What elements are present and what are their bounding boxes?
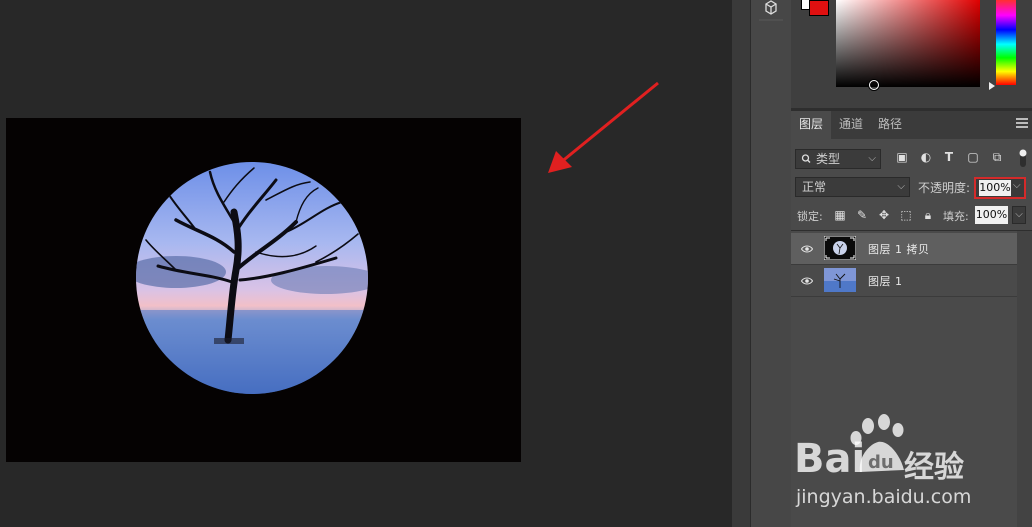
toggle-icon[interactable] [1019,148,1027,168]
watermark-url: jingyan.baidu.com [796,486,972,508]
tab-paths[interactable]: 路径 [870,111,910,139]
type-icon[interactable]: T [942,150,956,164]
layer-thumbnail [824,268,856,292]
watermark-product: 经验 [904,450,964,485]
lock-transparent-icon[interactable]: ▦ [833,208,847,222]
panel-separator [732,0,750,527]
image-icon[interactable]: ▣ [895,150,909,164]
layer-thumbnail [823,235,857,261]
canvas-area[interactable] [0,0,732,527]
fill-input[interactable]: 100% [975,206,1008,224]
chevron-down-icon: ⌵ [897,181,905,192]
eye-icon[interactable] [800,243,814,253]
eye-icon[interactable] [800,275,814,285]
watermark-brand: Bai [794,436,866,482]
lock-paint-icon[interactable]: ✎ [855,208,869,222]
fill-dropdown-icon[interactable]: ⌵ [1012,206,1026,224]
layers-panel-tabs: 图层 通道 路径 [791,111,1032,139]
layer-row[interactable]: 图层 1 [791,265,1017,297]
color-picker-panel [791,0,1032,108]
circular-tree-photo [136,162,368,394]
chevron-down-icon: ⌵ [868,153,876,164]
tab-layers[interactable]: 图层 [791,111,832,139]
blend-opacity-row: 正常 ⌵ 不透明度: 100% ⌵ [791,177,1032,201]
panel-dock [750,0,792,527]
fill-label: 填充: [943,210,969,223]
opacity-input[interactable]: 100% [979,180,1011,196]
adjustment-icon[interactable]: ◐ [919,150,933,164]
document-canvas[interactable] [6,118,521,462]
watermark-brand-suffix: du [868,452,894,473]
color-picker-knob[interactable] [869,80,879,90]
tab-channels[interactable]: 通道 [831,111,871,139]
panel-menu-icon[interactable] [1016,118,1028,128]
lock-all-icon[interactable]: 🔒︎ [921,208,935,222]
layer-filter-row: 类型 ⌵ ▣ ◐ T ▢ ⧉ [791,144,1032,174]
layers-list-border [791,230,1032,231]
3d-cube-icon[interactable] [755,0,787,22]
foreground-color-swatch[interactable] [809,0,829,16]
layer-name: 图层 1 拷贝 [868,243,930,256]
baidu-watermark: Bai du 经验 jingyan.baidu.com [794,412,1030,517]
layer-row[interactable]: 图层 1 拷贝 [791,233,1017,265]
blend-mode-label: 正常 [802,180,827,194]
lock-artboard-icon[interactable]: ⬚ [899,208,913,222]
hue-marker[interactable] [989,82,995,90]
blend-mode-select[interactable]: 正常 ⌵ [795,177,910,197]
hue-slider[interactable] [996,0,1016,85]
lock-fill-row: 锁定: ▦ ✎ ✥ ⬚ 🔒︎ 填充: 100% ⌵ [791,205,1032,227]
shape-icon[interactable]: ▢ [966,150,980,164]
smart-object-icon[interactable]: ⧉ [990,150,1004,164]
lock-move-icon[interactable]: ✥ [877,208,891,222]
red-arrow-annotation [548,81,659,173]
filter-kind-select[interactable]: 类型 ⌵ [795,149,881,169]
saturation-value-field[interactable] [836,0,980,90]
filter-kind-label: 类型 [816,152,841,166]
opacity-dropdown-icon[interactable]: ⌵ [1013,180,1021,191]
layer-name: 图层 1 [868,275,903,288]
lock-label: 锁定: [797,210,823,223]
search-icon [801,150,811,173]
opacity-label: 不透明度: [918,181,971,195]
opacity-highlight-box: 100% ⌵ [974,177,1026,199]
